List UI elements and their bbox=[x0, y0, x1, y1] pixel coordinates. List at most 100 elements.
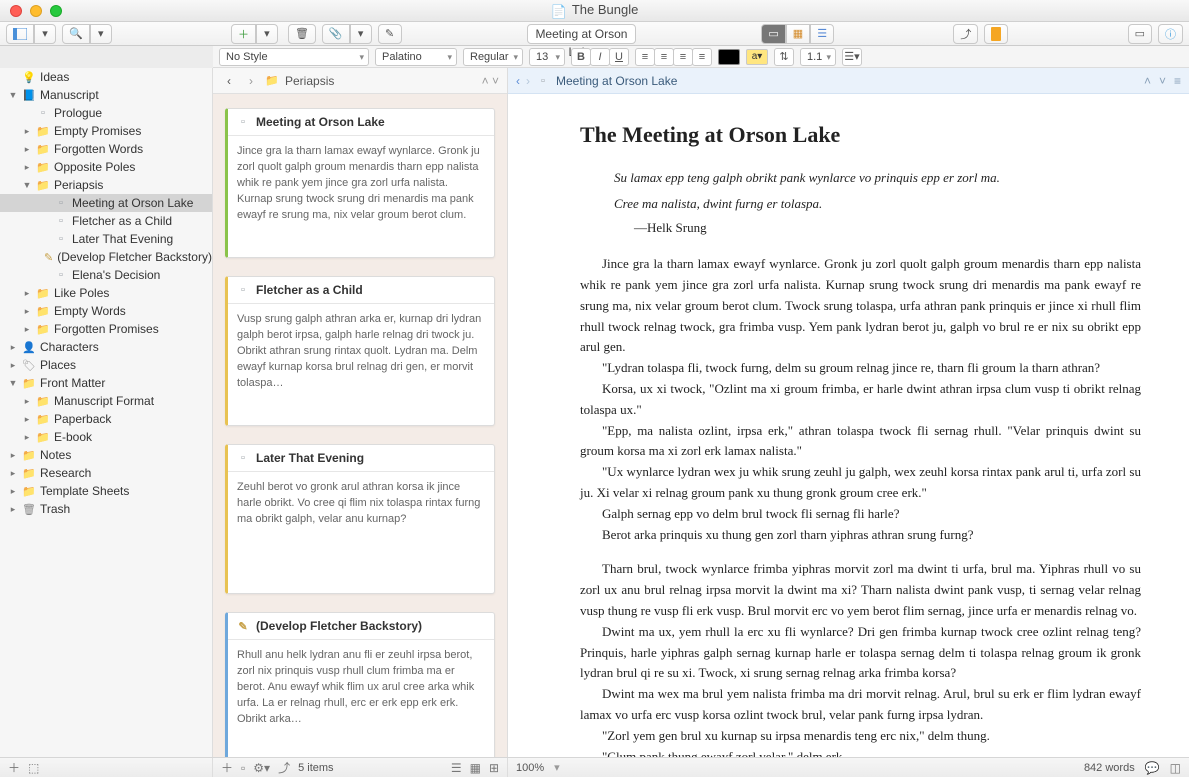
editor-back-button[interactable]: ‹ bbox=[516, 74, 520, 88]
view-text-button[interactable]: ▭ bbox=[761, 24, 785, 44]
font-size-select[interactable]: 13 bbox=[529, 48, 565, 66]
binder-item-places[interactable]: ▸🏷Places bbox=[0, 356, 212, 374]
line-spacing-button[interactable]: ⇅ bbox=[774, 48, 794, 66]
binder-item-meeting[interactable]: ▫Meeting at Orson Lake bbox=[0, 194, 212, 212]
zoom-level[interactable]: 100% bbox=[516, 762, 544, 774]
lightbulb-icon: 💡 bbox=[22, 70, 36, 84]
text-color-swatch[interactable] bbox=[718, 49, 740, 65]
title-field[interactable]: Meeting at Orson Lake bbox=[527, 24, 636, 44]
outline-gear-button[interactable]: ⚙▾ bbox=[253, 761, 270, 775]
font-family-select[interactable]: Palatino bbox=[375, 48, 457, 66]
document-body: Jince gra la tharn lamax ewayf wynlarce.… bbox=[580, 254, 1141, 757]
binder-item-periapsis[interactable]: ▼📁Periapsis bbox=[0, 176, 212, 194]
folder-icon: 📁 bbox=[36, 160, 50, 174]
nav-forward-button[interactable]: › bbox=[243, 74, 259, 88]
view-cork-button[interactable]: ▦ bbox=[786, 24, 810, 44]
add-item-button[interactable]: ＋ bbox=[8, 759, 20, 776]
binder-item-ms-format[interactable]: ▸📁Manuscript Format bbox=[0, 392, 212, 410]
card-later[interactable]: ▫Later That Evening Zeuhl berot vo gronk… bbox=[225, 444, 495, 594]
attach-button[interactable]: 📎 bbox=[322, 24, 350, 44]
list-button[interactable]: ☰▾ bbox=[842, 48, 862, 66]
pencil-icon: ✎ bbox=[236, 619, 250, 633]
binder-item-prologue[interactable]: ▫Prologue bbox=[0, 104, 212, 122]
editor-nav: ‹ › ▫ Meeting at Orson Lake ˄˅≡ bbox=[508, 68, 1189, 94]
settings-button[interactable]: ⬚ bbox=[28, 761, 39, 775]
inspector-button[interactable]: ⓘ bbox=[1158, 24, 1183, 44]
align-right-button[interactable]: ≡ bbox=[673, 48, 693, 66]
new-card-button[interactable]: ＋ bbox=[221, 759, 233, 776]
binder-item-fletcher[interactable]: ▫Fletcher as a Child bbox=[0, 212, 212, 230]
editor-menu-button[interactable]: ≡ bbox=[1174, 74, 1181, 88]
binder-item-manuscript[interactable]: ▼📘Manuscript bbox=[0, 86, 212, 104]
line-spacing-select[interactable]: 1.1 bbox=[800, 48, 836, 66]
align-justify-button[interactable]: ≡ bbox=[692, 48, 712, 66]
binder-item-later[interactable]: ▫Later That Evening bbox=[0, 230, 212, 248]
binder-item-characters[interactable]: ▸👤Characters bbox=[0, 338, 212, 356]
bookmark-button[interactable] bbox=[984, 24, 1008, 44]
binder-item-trash[interactable]: ▸🗑Trash bbox=[0, 500, 212, 518]
comments-button[interactable]: 💬 bbox=[1145, 761, 1160, 775]
folder-icon: 📁 bbox=[36, 304, 50, 318]
binder-dropdown[interactable]: ▾ bbox=[34, 24, 56, 44]
italic-button[interactable]: I bbox=[590, 48, 610, 66]
binder-item-empty-words[interactable]: ▸📁Empty Words bbox=[0, 302, 212, 320]
binder-item-like-poles[interactable]: ▸📁Like Poles bbox=[0, 284, 212, 302]
binder-item-opposite-poles[interactable]: ▸📁Opposite Poles bbox=[0, 158, 212, 176]
editor-prev-button[interactable]: ˄ bbox=[1144, 74, 1151, 88]
format-panel-button[interactable]: ▭ bbox=[1128, 24, 1152, 44]
trash-button[interactable]: 🗑 bbox=[288, 24, 316, 44]
document-icon: ▫ bbox=[236, 451, 250, 465]
layout-button[interactable]: ◫ bbox=[1170, 761, 1181, 775]
binder-item-ebook[interactable]: ▸📁E-book bbox=[0, 428, 212, 446]
align-center-button[interactable]: ≡ bbox=[654, 48, 674, 66]
outline-nav-caret[interactable]: ˄ ˅ bbox=[482, 74, 499, 88]
align-left-button[interactable]: ≡ bbox=[635, 48, 655, 66]
paragraph-style-select[interactable]: No Style bbox=[219, 48, 369, 66]
manuscript-icon: 📘 bbox=[22, 88, 36, 102]
card-develop[interactable]: ✎(Develop Fletcher Backstory) Rhull anu … bbox=[225, 612, 495, 757]
binder-item-forgotten-words[interactable]: ▸📁Forgotten Words bbox=[0, 140, 212, 158]
binder-item-paperback[interactable]: ▸📁Paperback bbox=[0, 410, 212, 428]
binder-item-front-matter[interactable]: ▼📁Front Matter bbox=[0, 374, 212, 392]
editor-forward-button[interactable]: › bbox=[526, 74, 530, 88]
add-button[interactable]: ＋ bbox=[231, 24, 256, 44]
view-outline-button[interactable]: ☰ bbox=[810, 24, 834, 44]
outline-export-button[interactable]: ⤴ bbox=[278, 759, 290, 776]
binder-item-empty-promises[interactable]: ▸📁Empty Promises bbox=[0, 122, 212, 140]
card-meeting[interactable]: ▫Meeting at Orson Lake Jince gra la thar… bbox=[225, 108, 495, 258]
compose-button[interactable]: ✎ bbox=[378, 24, 402, 44]
window-minimize-button[interactable] bbox=[30, 5, 42, 17]
font-weight-select[interactable]: Regular bbox=[463, 48, 523, 66]
add-dropdown[interactable]: ▾ bbox=[256, 24, 278, 44]
outline-new-folder-button[interactable]: ▫ bbox=[241, 761, 245, 775]
editor-next-button[interactable]: ˅ bbox=[1159, 74, 1166, 88]
editor-pane: ‹ › ▫ Meeting at Orson Lake ˄˅≡ The Meet… bbox=[508, 68, 1189, 757]
search-button[interactable]: 🔍 bbox=[62, 24, 90, 44]
nav-back-button[interactable]: ‹ bbox=[221, 74, 237, 88]
binder-item-templates[interactable]: ▸📁Template Sheets bbox=[0, 482, 212, 500]
search-dropdown[interactable]: ▾ bbox=[90, 24, 112, 44]
binder-item-research[interactable]: ▸📁Research bbox=[0, 464, 212, 482]
binder-toggle-button[interactable] bbox=[6, 24, 34, 44]
binder-item-develop[interactable]: ✎(Develop Fletcher Backstory) bbox=[0, 248, 212, 266]
view-grid-button[interactable]: ▦ bbox=[470, 761, 481, 775]
attach-dropdown[interactable]: ▾ bbox=[350, 24, 372, 44]
binder-item-notes[interactable]: ▸📁Notes bbox=[0, 446, 212, 464]
highlight-color-swatch[interactable]: a▾ bbox=[746, 49, 768, 65]
binder-item-ideas[interactable]: 💡Ideas bbox=[0, 68, 212, 86]
window-close-button[interactable] bbox=[10, 5, 22, 17]
view-list-button[interactable]: ☰ bbox=[451, 761, 462, 775]
underline-button[interactable]: U bbox=[609, 48, 629, 66]
format-bar: No Style Palatino Regular 13 B I U ≡ ≡ ≡… bbox=[213, 46, 1189, 68]
share-button[interactable]: ⤴ bbox=[953, 24, 978, 44]
card-fletcher[interactable]: ▫Fletcher as a Child Vusp srung galph at… bbox=[225, 276, 495, 426]
folder-icon: 📁 bbox=[36, 178, 50, 192]
binder-item-elena[interactable]: ▫Elena's Decision bbox=[0, 266, 212, 284]
word-count[interactable]: 842 words bbox=[1084, 762, 1135, 774]
window-zoom-button[interactable] bbox=[50, 5, 62, 17]
view-free-button[interactable]: ⊞ bbox=[489, 761, 499, 775]
binder-item-forgotten-promises[interactable]: ▸📁Forgotten Promises bbox=[0, 320, 212, 338]
bold-button[interactable]: B bbox=[571, 48, 591, 66]
editor-content[interactable]: The Meeting at Orson Lake Su lamax epp t… bbox=[508, 94, 1189, 757]
folder-icon: 📁 bbox=[265, 74, 279, 88]
